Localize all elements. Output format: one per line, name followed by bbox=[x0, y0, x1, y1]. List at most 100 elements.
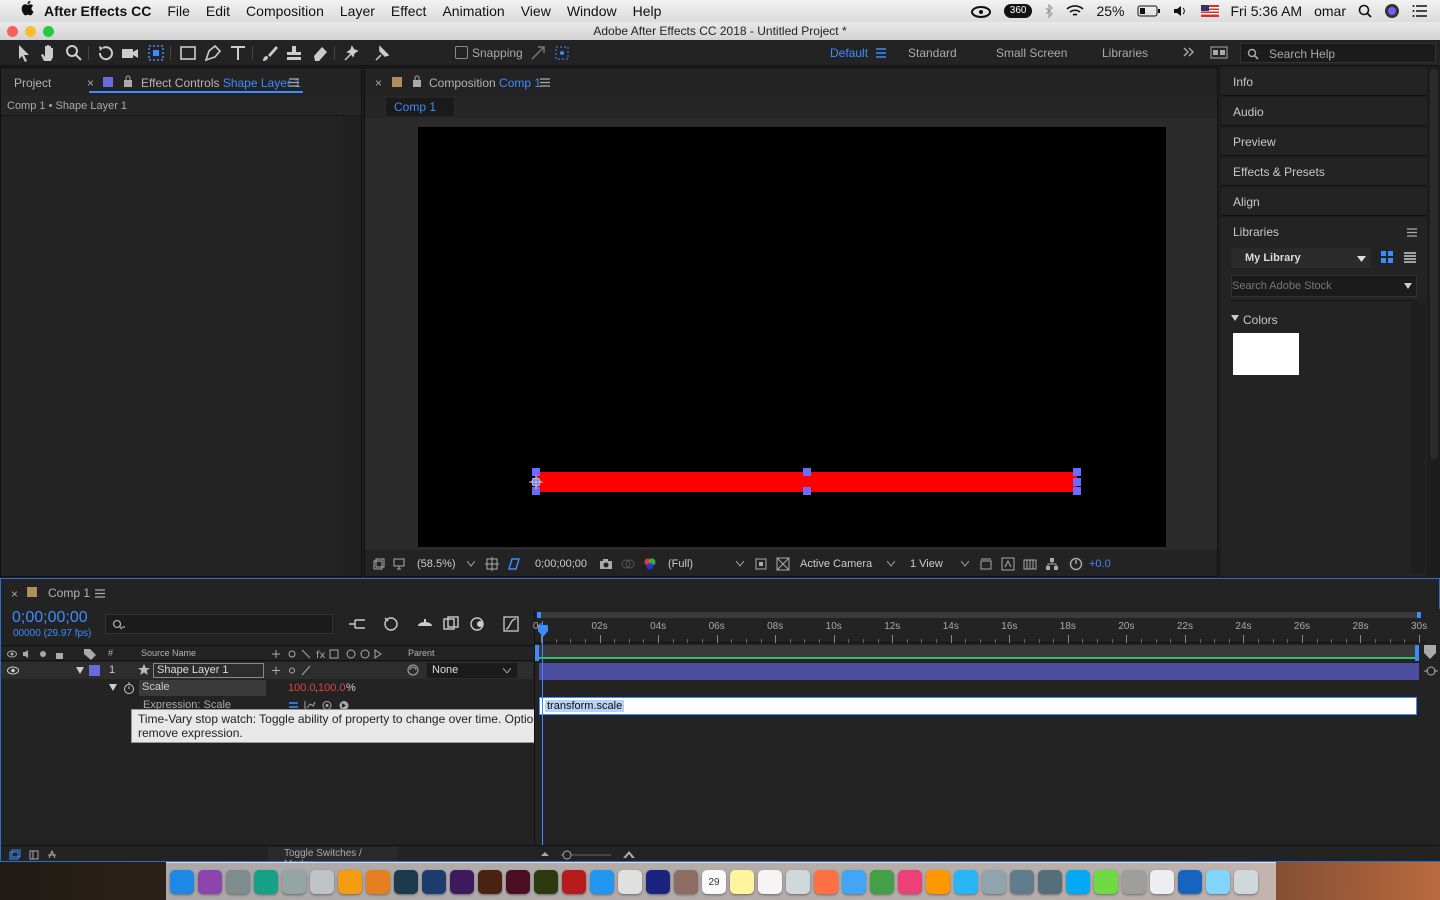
photoshop-icon[interactable] bbox=[422, 870, 446, 894]
tab-project[interactable]: Project bbox=[14, 76, 51, 90]
rotation-tool-icon[interactable] bbox=[96, 43, 116, 63]
library-select[interactable]: My Library bbox=[1231, 248, 1371, 268]
spotlight-icon[interactable] bbox=[1358, 4, 1372, 18]
ik-icon[interactable] bbox=[282, 870, 306, 894]
notes-icon[interactable] bbox=[730, 870, 754, 894]
user-name[interactable]: omar bbox=[1314, 3, 1346, 19]
layer-row[interactable]: 1 Shape Layer 1 None bbox=[1, 662, 533, 679]
libraries-scrollbar[interactable] bbox=[1411, 302, 1425, 574]
pan-behind-tool-icon[interactable] bbox=[146, 43, 166, 63]
anchor-point-icon[interactable] bbox=[529, 475, 543, 489]
appstore-icon[interactable] bbox=[954, 870, 978, 894]
expression-text[interactable]: transform.scale bbox=[545, 700, 625, 712]
minimize-window-button[interactable] bbox=[25, 26, 36, 37]
composition-mini-flowchart-icon[interactable] bbox=[348, 617, 366, 631]
menu-layer[interactable]: Layer bbox=[332, 0, 383, 22]
expression-editor[interactable]: transform.scale bbox=[539, 697, 1417, 715]
handle-br[interactable] bbox=[1073, 487, 1081, 495]
menu-file[interactable]: File bbox=[159, 0, 198, 22]
camera-dropdown-icon[interactable] bbox=[887, 561, 895, 567]
skype-icon[interactable] bbox=[1066, 870, 1090, 894]
creative-cloud-icon[interactable] bbox=[970, 4, 992, 18]
workspace-small-screen[interactable]: Small Screen bbox=[996, 46, 1067, 60]
launchpad-icon[interactable] bbox=[226, 870, 250, 894]
menu-help[interactable]: Help bbox=[625, 0, 670, 22]
timeline-menu-icon[interactable] bbox=[95, 589, 105, 598]
handle-tr[interactable] bbox=[1073, 468, 1081, 476]
resolution-grid-icon[interactable] bbox=[485, 557, 499, 571]
region-of-interest-icon[interactable] bbox=[754, 557, 768, 571]
menu-app[interactable]: After Effects CC bbox=[36, 0, 159, 22]
stopwatch-icon[interactable] bbox=[123, 682, 135, 694]
always-preview-icon[interactable] bbox=[373, 558, 385, 570]
chrome-icon[interactable] bbox=[618, 870, 642, 894]
snap-features-icon[interactable] bbox=[552, 43, 572, 63]
panel-audio[interactable]: Audio bbox=[1221, 98, 1427, 126]
workspace-default[interactable]: Default bbox=[830, 46, 868, 60]
siri-icon[interactable] bbox=[198, 870, 222, 894]
puppet-pin-tool-icon[interactable] bbox=[372, 43, 392, 63]
view-layout-select[interactable]: 1 View bbox=[910, 558, 943, 570]
snap-edges-icon[interactable] bbox=[528, 43, 548, 63]
graph-editor-icon[interactable] bbox=[502, 615, 520, 633]
draft-3d-icon[interactable] bbox=[382, 615, 400, 633]
volume-icon[interactable] bbox=[1173, 4, 1189, 18]
viewer-timecode[interactable]: 0;00;00;00 bbox=[535, 558, 587, 570]
scale-x-value[interactable]: 100.0 bbox=[288, 682, 316, 694]
muse-icon[interactable] bbox=[534, 870, 558, 894]
layer-visibility-icon[interactable] bbox=[7, 666, 19, 675]
menu-view[interactable]: View bbox=[513, 0, 559, 22]
bluetooth-icon[interactable] bbox=[1044, 4, 1054, 18]
parent-select[interactable]: None bbox=[427, 663, 517, 678]
after-effects-icon[interactable] bbox=[450, 870, 474, 894]
colors-expand-icon[interactable] bbox=[1231, 315, 1239, 321]
layer-label-color[interactable] bbox=[89, 665, 100, 676]
timeline-navigator-icon[interactable] bbox=[1424, 664, 1438, 678]
timeline-track-area[interactable]: 0s02s04s06s08s10s12s14s16s18s20s22s24s26… bbox=[533, 609, 1440, 861]
fast-previews-icon[interactable] bbox=[1001, 557, 1015, 571]
close-timeline-tab-icon[interactable]: × bbox=[11, 587, 18, 601]
calendar-icon[interactable]: 29 bbox=[702, 870, 726, 894]
resolution-select[interactable]: (Full) bbox=[668, 558, 693, 570]
grid-view-icon[interactable] bbox=[1381, 251, 1393, 263]
timeline-zoom-slider[interactable] bbox=[541, 850, 639, 860]
transparency-grid-icon[interactable] bbox=[776, 557, 790, 571]
view-layout-dropdown-icon[interactable] bbox=[961, 561, 969, 567]
quicktime-icon[interactable] bbox=[646, 870, 670, 894]
illustrator-icon[interactable] bbox=[478, 870, 502, 894]
tab-composition[interactable]: Composition Comp 1 bbox=[429, 76, 541, 90]
col-source-name[interactable]: Source Name bbox=[141, 648, 196, 658]
exposure-value[interactable]: +0.0 bbox=[1089, 558, 1111, 570]
switches-icons[interactable]: fx bbox=[271, 648, 389, 660]
reset-exposure-icon[interactable] bbox=[1069, 557, 1083, 571]
comp-panel-menu-icon[interactable] bbox=[540, 78, 550, 87]
work-area-start[interactable] bbox=[537, 612, 541, 618]
comp-end-marker[interactable] bbox=[1415, 645, 1419, 661]
eraser-tool-icon[interactable] bbox=[310, 43, 330, 63]
messages-icon[interactable] bbox=[842, 870, 866, 894]
menu-edit[interactable]: Edit bbox=[198, 0, 238, 22]
comp-canvas[interactable] bbox=[418, 127, 1166, 547]
parent-pickwhip-icon[interactable] bbox=[407, 664, 419, 676]
brush-tool-icon[interactable] bbox=[260, 43, 280, 63]
server-icon[interactable] bbox=[1122, 870, 1146, 894]
help-icon[interactable] bbox=[310, 870, 334, 894]
comp-subtab[interactable]: Comp 1 bbox=[386, 98, 454, 116]
reminders-icon[interactable] bbox=[758, 870, 782, 894]
battery-icon[interactable] bbox=[1137, 5, 1161, 17]
show-snapshot-icon[interactable] bbox=[621, 557, 635, 571]
handle-mr[interactable] bbox=[1073, 478, 1081, 486]
flowchart-icon[interactable] bbox=[1045, 557, 1059, 571]
timeline-icon[interactable] bbox=[1023, 557, 1037, 571]
list-view-icon[interactable] bbox=[1404, 252, 1416, 263]
zoom-select[interactable]: (58.5%) bbox=[417, 558, 456, 570]
colors-label[interactable]: Colors bbox=[1243, 313, 1278, 327]
mask-visibility-icon[interactable] bbox=[507, 557, 521, 571]
frame-blending-icon[interactable] bbox=[442, 615, 460, 633]
workspace-libraries[interactable]: Libraries bbox=[1102, 46, 1148, 60]
menu-window[interactable]: Window bbox=[559, 0, 625, 22]
property-expand-icon[interactable] bbox=[109, 684, 117, 691]
time-ruler[interactable]: 0s02s04s06s08s10s12s14s16s18s20s22s24s26… bbox=[533, 621, 1427, 643]
badge-360[interactable]: 360 bbox=[1003, 4, 1033, 18]
finder-icon[interactable] bbox=[170, 870, 194, 894]
